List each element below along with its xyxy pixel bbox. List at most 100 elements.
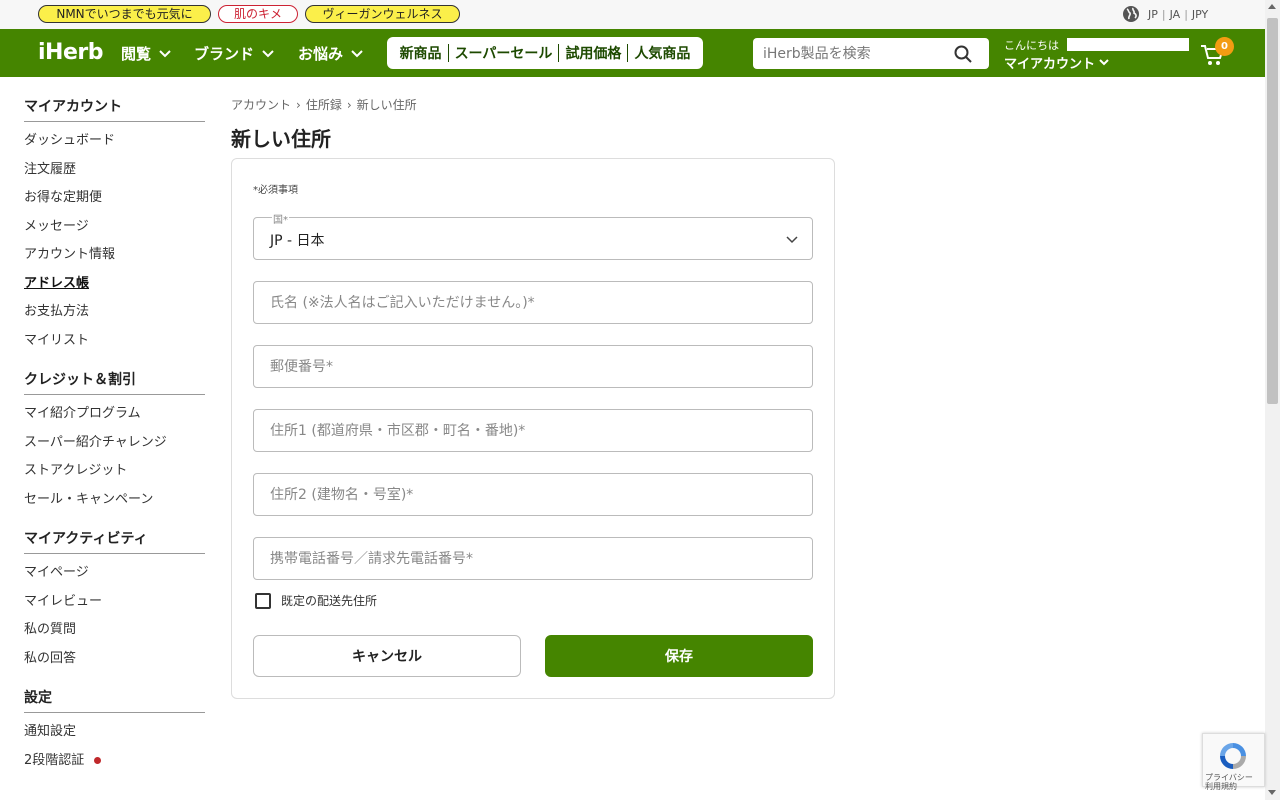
sidebar-section-settings: 設定 通知設定 2段階認証 bbox=[24, 687, 205, 775]
nav-menu-label: お悩み bbox=[298, 45, 344, 63]
nav-menu-concerns[interactable]: お悩み bbox=[298, 43, 363, 64]
default-address-label: 既定の配送先住所 bbox=[281, 594, 378, 608]
promo-strip: NMNでいつまでも元気に 肌のキメ ヴィーガンウェルネス JP | JA | J… bbox=[0, 0, 1265, 29]
page-title: 新しい住所 bbox=[231, 127, 331, 151]
locale-divider: | bbox=[1184, 7, 1188, 21]
cancel-button[interactable]: キャンセル bbox=[253, 635, 521, 677]
sidebar-item-label: 2段階認証 bbox=[24, 752, 85, 768]
sidebar-section-credits: クレジット＆割引 マイ紹介プログラム スーパー紹介チャレンジ ストアクレジット … bbox=[24, 369, 205, 514]
alert-dot-icon bbox=[94, 756, 102, 764]
address-form-card: *必須事項 国* JP - 日本 既定の配送先住所 キャンセル 保存 bbox=[231, 158, 835, 699]
phone-field-wrap bbox=[253, 537, 813, 580]
sidebar-item-my-page[interactable]: マイページ bbox=[24, 559, 205, 588]
breadcrumb-address-book[interactable]: 住所録 bbox=[306, 96, 342, 113]
locale-divider: | bbox=[1161, 7, 1166, 21]
name-field-wrap bbox=[253, 281, 813, 324]
search-input[interactable] bbox=[763, 38, 953, 69]
sidebar-section-title: クレジット＆割引 bbox=[24, 369, 205, 395]
quick-link-popular[interactable]: 人気商品 bbox=[628, 43, 696, 63]
sidebar-item-messages[interactable]: メッセージ bbox=[24, 213, 205, 242]
recaptcha-links: プライバシー 利用規約 bbox=[1205, 773, 1253, 791]
sidebar-item-sales-campaigns[interactable]: セール・キャンペーン bbox=[24, 486, 205, 515]
address1-field-wrap bbox=[253, 409, 813, 452]
address2-field-wrap bbox=[253, 473, 813, 516]
sidebar-item-my-lists[interactable]: マイリスト bbox=[24, 327, 205, 356]
greeting-text: こんにちは bbox=[1004, 39, 1059, 52]
cart-count-badge: 0 bbox=[1215, 37, 1234, 56]
save-button[interactable]: 保存 bbox=[545, 635, 813, 677]
main-navbar: iHerb 閲覧 ブランド お悩み 新商品 スーパーセール 試用価格 人気商品 … bbox=[0, 29, 1265, 77]
my-account-label: マイアカウント bbox=[1004, 57, 1096, 72]
locale-selector[interactable]: JP | JA | JPY bbox=[1122, 5, 1208, 23]
default-address-checkbox[interactable] bbox=[255, 592, 271, 609]
recaptcha-privacy-link[interactable]: プライバシー bbox=[1205, 773, 1253, 782]
sidebar-section-title: マイアカウント bbox=[24, 96, 205, 122]
sidebar-item-referral[interactable]: マイ紹介プログラム bbox=[24, 400, 205, 429]
quick-link-trial[interactable]: 試用価格 bbox=[559, 43, 627, 63]
breadcrumb: アカウント › 住所録 › 新しい住所 bbox=[231, 96, 417, 113]
sidebar-section-account: マイアカウント ダッシュボード 注文履歴 お得な定期便 メッセージ アカウント情… bbox=[24, 96, 205, 355]
quick-link-new[interactable]: 新商品 bbox=[394, 43, 448, 63]
sidebar-item-account-info[interactable]: アカウント情報 bbox=[24, 241, 205, 270]
address1-field[interactable] bbox=[254, 410, 812, 451]
sidebar-item-notifications[interactable]: 通知設定 bbox=[24, 718, 205, 747]
locale-currency: JPY bbox=[1191, 7, 1209, 21]
locale-language: JA bbox=[1169, 7, 1181, 21]
default-address-option[interactable]: 既定の配送先住所 bbox=[255, 592, 377, 609]
sidebar-item-my-reviews[interactable]: マイレビュー bbox=[24, 588, 205, 617]
chevron-right-icon: › bbox=[346, 97, 352, 112]
scroll-thumb[interactable] bbox=[1267, 18, 1278, 404]
recaptcha-terms-link[interactable]: 利用規約 bbox=[1205, 782, 1253, 791]
nav-menu-browse[interactable]: 閲覧 bbox=[121, 43, 171, 64]
iherb-logo[interactable]: iHerb bbox=[38, 40, 103, 65]
chevron-right-icon: › bbox=[296, 97, 301, 112]
sidebar-section-title: マイアクティビティ bbox=[24, 528, 205, 554]
sidebar-item-my-questions[interactable]: 私の質問 bbox=[24, 616, 205, 645]
breadcrumb-new-address: 新しい住所 bbox=[356, 98, 417, 112]
required-note: *必須事項 bbox=[253, 185, 298, 196]
recaptcha-badge[interactable]: プライバシー 利用規約 bbox=[1202, 733, 1265, 791]
postal-field-wrap bbox=[253, 345, 813, 388]
promo-pill-skin[interactable]: 肌のキメ bbox=[218, 5, 298, 23]
search-box bbox=[753, 38, 989, 69]
sidebar-item-dashboard[interactable]: ダッシュボード bbox=[24, 127, 205, 156]
sidebar-item-my-answers[interactable]: 私の回答 bbox=[24, 645, 205, 674]
page-scrollbar[interactable] bbox=[1265, 0, 1280, 800]
recaptcha-icon bbox=[1220, 743, 1246, 769]
breadcrumb-account[interactable]: アカウント bbox=[231, 96, 291, 113]
quick-link-super-sale[interactable]: スーパーセール bbox=[449, 43, 559, 63]
country-label: 国* bbox=[272, 211, 289, 226]
username-redacted bbox=[1067, 38, 1189, 51]
country-value: JP - 日本 bbox=[270, 233, 325, 249]
sidebar-item-super-referral[interactable]: スーパー紹介チャレンジ bbox=[24, 429, 205, 458]
globe-icon bbox=[1123, 6, 1139, 22]
sidebar-item-address-book[interactable]: アドレス帳 bbox=[24, 270, 205, 299]
quick-links: 新商品 スーパーセール 試用価格 人気商品 bbox=[387, 37, 703, 69]
sidebar-item-order-history[interactable]: 注文履歴 bbox=[24, 156, 205, 185]
scroll-up-icon[interactable] bbox=[1268, 4, 1276, 9]
sidebar-section-title: 設定 bbox=[24, 687, 205, 713]
postal-code-field[interactable] bbox=[254, 346, 812, 387]
search-icon[interactable] bbox=[954, 45, 972, 63]
chevron-down-icon bbox=[786, 236, 798, 244]
nav-menu-brands[interactable]: ブランド bbox=[194, 43, 274, 64]
locale-country: JP bbox=[1148, 7, 1158, 21]
sidebar-item-payment-methods[interactable]: お支払方法 bbox=[24, 298, 205, 327]
account-sidebar: マイアカウント ダッシュボード 注文履歴 お得な定期便 メッセージ アカウント情… bbox=[24, 96, 205, 789]
phone-field[interactable] bbox=[254, 538, 812, 579]
promo-pill-vegan[interactable]: ヴィーガンウェルネス bbox=[305, 5, 460, 23]
my-account-menu[interactable]: マイアカウント bbox=[1004, 53, 1109, 72]
promo-pill-nmn[interactable]: NMNでいつまでも元気に bbox=[38, 5, 211, 23]
chevron-down-icon bbox=[351, 49, 363, 57]
address2-field[interactable] bbox=[254, 474, 812, 515]
chevron-down-icon bbox=[159, 49, 171, 57]
chevron-down-icon bbox=[1099, 59, 1109, 66]
scroll-down-icon[interactable] bbox=[1268, 790, 1276, 795]
sidebar-item-subscriptions[interactable]: お得な定期便 bbox=[24, 184, 205, 213]
sidebar-item-store-credit[interactable]: ストアクレジット bbox=[24, 457, 205, 486]
nav-menu-label: ブランド bbox=[194, 45, 255, 63]
sidebar-section-activity: マイアクティビティ マイページ マイレビュー 私の質問 私の回答 bbox=[24, 528, 205, 673]
sidebar-item-two-factor[interactable]: 2段階認証 bbox=[24, 747, 205, 776]
country-select[interactable]: 国* JP - 日本 bbox=[253, 211, 813, 260]
name-field[interactable] bbox=[254, 282, 812, 323]
